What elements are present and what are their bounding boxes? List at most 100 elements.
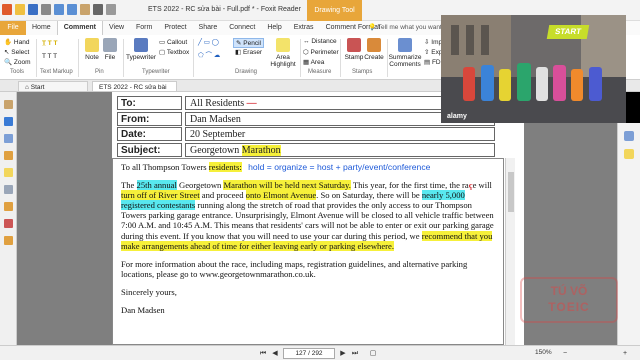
layers-icon[interactable] xyxy=(3,151,13,160)
zoom-level[interactable]: 150% xyxy=(535,349,552,356)
group-label-stamps: Stamps xyxy=(352,69,373,75)
tu-vo-toeic-logo: TÚ VÕ TOEIC xyxy=(520,277,618,323)
summarize-comments-button[interactable]: Summarize Comments xyxy=(388,38,422,68)
letter-paragraph-1: The 25th annual Georgetown Marathon will… xyxy=(121,180,495,251)
comments-icon[interactable] xyxy=(3,168,13,177)
summarize-icon xyxy=(398,38,412,52)
hand-panel-icon[interactable] xyxy=(3,100,13,109)
attachments-icon[interactable] xyxy=(3,185,13,194)
memo-from-label: From: xyxy=(117,112,182,126)
textbox-button[interactable]: ▢ Textbox xyxy=(159,48,189,56)
tab-file[interactable]: File xyxy=(0,21,26,35)
group-label-typewriter: Typewriter xyxy=(142,69,170,75)
last-page-button[interactable]: ⏭ xyxy=(350,349,360,358)
p1-highlight-2[interactable]: Marathon will be held next Saturday. xyxy=(223,180,351,191)
print-icon[interactable] xyxy=(41,4,51,15)
area-highlight-icon xyxy=(276,38,290,52)
tab-share[interactable]: Share xyxy=(193,21,224,35)
save-icon[interactable] xyxy=(28,4,38,15)
bookmark-icon[interactable] xyxy=(3,117,13,126)
right-tool-panel xyxy=(617,123,640,345)
distance-label: Distance xyxy=(311,38,337,45)
p1-highlight-4[interactable]: onto Elmont Avenue xyxy=(245,190,317,201)
tab-comment[interactable]: Comment xyxy=(56,21,103,35)
group-label-measure: Measure xyxy=(308,69,332,75)
undo-icon[interactable] xyxy=(54,4,64,15)
security-icon[interactable] xyxy=(3,202,13,211)
scrollbar-thumb[interactable] xyxy=(508,172,514,212)
page-scrollbar[interactable] xyxy=(505,158,515,345)
next-page-button[interactable]: ▶ xyxy=(338,349,348,358)
hand-tool-icon[interactable] xyxy=(80,4,90,15)
shape-tools-row2-icon[interactable]: ⬠ ⌒ ☁ xyxy=(198,49,220,59)
letter-paragraph-2: For more information about the race, inc… xyxy=(121,258,468,279)
distance-button[interactable]: ↔ Distance xyxy=(303,38,337,45)
zoom-out-button[interactable]: − xyxy=(560,349,570,358)
p1-highlight-1[interactable]: 25th annual xyxy=(136,180,177,191)
letter-closing: Sincerely yours, xyxy=(121,286,177,297)
area-highlight-button[interactable]: Area Highlight xyxy=(268,38,298,68)
export-button[interactable]: ⇧ Exp xyxy=(424,48,442,56)
comment-list-icon[interactable] xyxy=(624,149,634,159)
p1-text-3: This year, for the first time, the ra xyxy=(350,180,469,191)
select-text-icon[interactable] xyxy=(93,4,103,15)
area-button[interactable]: ▦ Area xyxy=(303,58,324,66)
eraser-button[interactable]: ◧ Eraser xyxy=(235,48,262,56)
tab-protect[interactable]: Protect xyxy=(158,21,192,35)
create-stamp-button[interactable]: Create xyxy=(362,38,386,61)
pages-icon[interactable] xyxy=(3,134,13,143)
prev-page-button[interactable]: ◀ xyxy=(270,349,280,358)
page-number-input[interactable]: 127 / 292 xyxy=(283,348,335,359)
divider xyxy=(78,39,79,77)
tab-extras[interactable]: Extras xyxy=(288,21,320,35)
zoom-button[interactable]: 🔍 Zoom xyxy=(4,58,31,66)
context-tab-drawing-tool[interactable]: Drawing Tool xyxy=(307,0,362,21)
doc-tab-start[interactable]: ⌂ Start xyxy=(18,81,88,92)
underline-tool-icon[interactable]: T T T xyxy=(42,53,57,60)
hand-button[interactable]: ✋ Hand xyxy=(4,38,29,46)
properties-icon[interactable] xyxy=(624,131,634,141)
tab-view[interactable]: View xyxy=(103,21,130,35)
first-page-button[interactable]: ⏮ xyxy=(258,349,268,358)
pdf-page: To: All Residents — From: Dan Madsen Dat… xyxy=(112,92,524,345)
hand-label: Hand xyxy=(13,39,30,46)
pencil-button[interactable]: ✎ Pencil xyxy=(233,38,264,48)
greeting-highlight: residents: xyxy=(208,162,242,172)
tab-form[interactable]: Form xyxy=(130,21,158,35)
p1-text-2: Georgetown xyxy=(176,180,224,191)
redo-icon[interactable] xyxy=(67,4,77,15)
tab-connect[interactable]: Connect xyxy=(223,21,261,35)
eraser-icon: ◧ xyxy=(235,49,243,56)
memo-subject-label: Subject: xyxy=(117,143,182,157)
tab-help[interactable]: Help xyxy=(261,21,287,35)
highlight-tool-icon[interactable]: T̲ T T xyxy=(42,40,58,47)
group-label-tools: Tools xyxy=(10,69,25,75)
group-label-text-markup: Text Markup xyxy=(40,69,73,75)
select-button[interactable]: ↖ Select xyxy=(4,48,29,56)
letter-body-box: To all Thompson Towers residents: hold =… xyxy=(112,158,504,345)
shape-tools-icon[interactable]: ╱ ▭ ◯ xyxy=(198,38,219,46)
tab-home[interactable]: Home xyxy=(26,21,57,35)
tag-icon[interactable] xyxy=(3,236,13,245)
snapshot-icon[interactable] xyxy=(106,4,116,15)
typewriter-button[interactable]: Typewriter xyxy=(125,38,157,61)
import-button[interactable]: ⇩ Imp xyxy=(424,38,442,46)
doc-tab-ets[interactable]: ETS 2022 - RC sửa bài ... × xyxy=(92,81,177,102)
signature-icon[interactable] xyxy=(3,219,13,228)
handwritten-annotation[interactable]: hold = organize = host + party/event/con… xyxy=(248,162,430,172)
letter-signature: Dan Madsen xyxy=(121,305,165,316)
callout-label: Callout xyxy=(166,39,188,46)
greeting-text: To all Thompson Towers xyxy=(121,162,209,172)
zoom-in-button[interactable]: + xyxy=(620,349,630,358)
open-icon[interactable] xyxy=(15,4,25,15)
callout-button[interactable]: ▭ Callout xyxy=(159,38,187,46)
group-label-pin: Pin xyxy=(95,69,104,75)
perimeter-button[interactable]: ⬡ Perimeter xyxy=(303,48,339,56)
divider xyxy=(123,39,124,77)
file-attach-button[interactable]: File xyxy=(98,38,122,61)
memo-subject-value: Georgetown Marathon xyxy=(185,143,495,157)
memo-subject-text: Georgetown xyxy=(190,145,242,156)
start-banner: START xyxy=(546,25,590,39)
p1-highlight-3[interactable]: turn off of River Street xyxy=(121,190,200,201)
view-mode-icon[interactable]: ▢ xyxy=(368,349,378,358)
